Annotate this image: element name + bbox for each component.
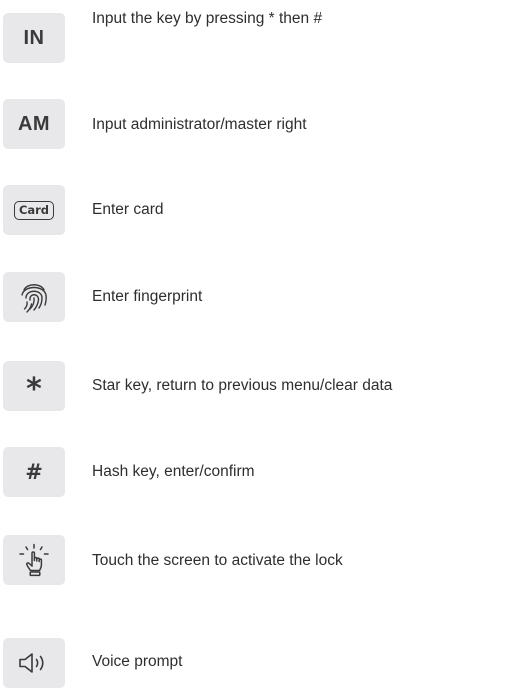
- star-key-icon: *: [3, 361, 65, 411]
- legend-label: Input administrator/master right: [92, 116, 307, 133]
- fingerprint-icon: [3, 272, 65, 322]
- legend-item-enter-card: Card Enter card: [0, 185, 507, 235]
- legend-item-enter-fingerprint: Enter fingerprint: [0, 272, 507, 322]
- legend-item-star-key: * Star key, return to previous menu/clea…: [0, 361, 507, 411]
- in-icon: IN: [3, 13, 65, 63]
- in-icon-text: IN: [23, 26, 45, 49]
- legend-item-admin-right: AM Input administrator/master right: [0, 99, 507, 149]
- am-icon-text: AM: [17, 112, 51, 135]
- am-icon: AM: [3, 99, 65, 149]
- legend-label: Star key, return to previous menu/clear …: [92, 377, 393, 394]
- legend-label: Input the key by pressing * then #: [92, 10, 323, 27]
- speaker-icon: [3, 638, 65, 688]
- legend-label: Voice prompt: [92, 653, 183, 670]
- legend-item-touch-screen: Touch the screen to activate the lock: [0, 535, 507, 585]
- legend-label: Enter card: [92, 201, 164, 218]
- legend-item-input-key: IN Input the key by pressing * then #: [0, 10, 507, 63]
- legend-label: Hash key, enter/confirm: [92, 463, 255, 480]
- legend-label: Touch the screen to activate the lock: [92, 552, 343, 569]
- touch-hand-icon: [3, 535, 65, 585]
- hash-key-glyph: #: [25, 460, 43, 484]
- card-icon-text: Card: [13, 200, 55, 220]
- card-icon: Card: [3, 185, 65, 235]
- star-key-glyph: *: [26, 372, 42, 407]
- legend-label: Enter fingerprint: [92, 288, 203, 305]
- legend-item-voice-prompt: Voice prompt: [0, 638, 507, 690]
- legend-item-hash-key: # Hash key, enter/confirm: [0, 447, 507, 497]
- hash-key-icon: #: [3, 447, 65, 497]
- icon-legend: IN Input the key by pressing * then # AM…: [0, 0, 507, 693]
